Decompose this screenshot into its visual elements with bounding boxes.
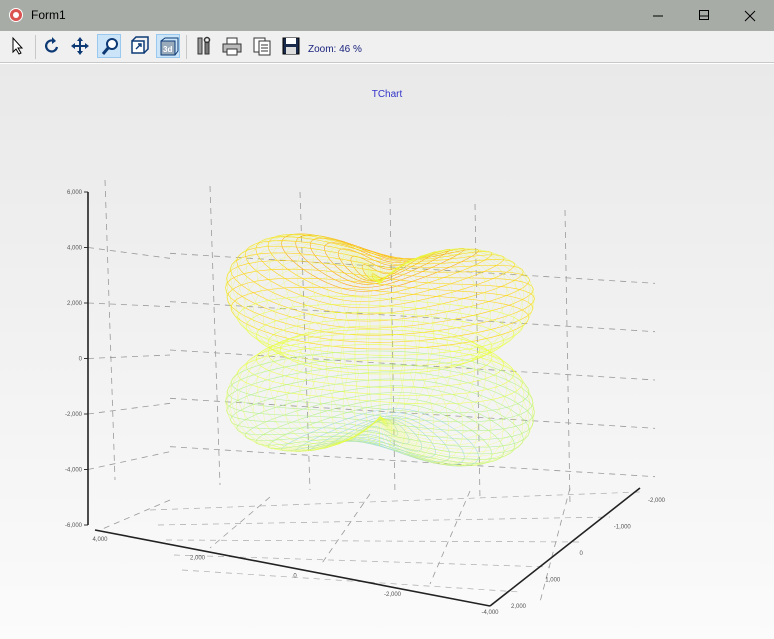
- x-tick-label: 2,000: [190, 555, 206, 561]
- y-tick-label: 6,000: [67, 190, 83, 196]
- tools-button[interactable]: [192, 34, 216, 58]
- y-tick-label: -2,000: [65, 412, 83, 418]
- chart-title: TChart: [371, 89, 403, 100]
- zoom-button[interactable]: [97, 34, 121, 58]
- svg-text:3d: 3d: [163, 45, 172, 54]
- x-tick-label: -4,000: [481, 610, 499, 616]
- 3d-icon: 3d: [160, 37, 179, 56]
- z-tick-label: 1,000: [545, 578, 561, 584]
- 3d-toggle-button[interactable]: 3d: [156, 34, 180, 58]
- copy-button[interactable]: [250, 34, 274, 58]
- minimize-icon: [653, 15, 663, 17]
- tools-icon: [197, 36, 211, 55]
- print-button[interactable]: [220, 34, 244, 58]
- pointer-icon: [12, 36, 24, 55]
- y-tick-label: -6,000: [65, 523, 83, 529]
- close-button[interactable]: [727, 0, 773, 31]
- y-tick-label: 4,000: [67, 246, 83, 252]
- toolbar: 3d: [0, 31, 774, 63]
- move-button[interactable]: [68, 34, 92, 58]
- y-tick-label: -4,000: [65, 468, 83, 474]
- close-icon: [744, 10, 756, 22]
- save-button[interactable]: [279, 34, 303, 58]
- window-title: Form1: [31, 8, 66, 22]
- pointer-button[interactable]: [6, 34, 30, 58]
- depth-button[interactable]: [127, 34, 151, 58]
- zoom-label: Zoom: 46 %: [308, 44, 362, 55]
- y-tick-label: 2,000: [67, 301, 83, 307]
- x-tick-label: 4,000: [92, 537, 108, 543]
- z-tick-label: -2,000: [648, 498, 666, 504]
- rotate-button[interactable]: [40, 34, 64, 58]
- z-tick-label: -1,000: [614, 525, 632, 531]
- x-tick-label: -2,000: [384, 592, 402, 598]
- copy-icon: [253, 37, 271, 56]
- move-icon: [71, 37, 89, 55]
- print-icon: [222, 37, 242, 56]
- save-icon: [282, 37, 300, 55]
- z-tick-label: 2,000: [511, 604, 527, 610]
- depth-icon: [131, 36, 149, 54]
- app-icon: [9, 8, 23, 22]
- chart-canvas[interactable]: 6,0004,0002,0000-2,000-4,000-6,0004,0002…: [0, 64, 774, 639]
- rotate-icon: [45, 37, 59, 53]
- chart-background: [0, 64, 774, 639]
- zoom-icon: [101, 38, 118, 55]
- maximize-icon: [699, 10, 709, 20]
- chart-panel[interactable]: 6,000 4,000 2,000 0 -2,000 -4,000 -6,000 4,000 2…: [0, 64, 774, 639]
